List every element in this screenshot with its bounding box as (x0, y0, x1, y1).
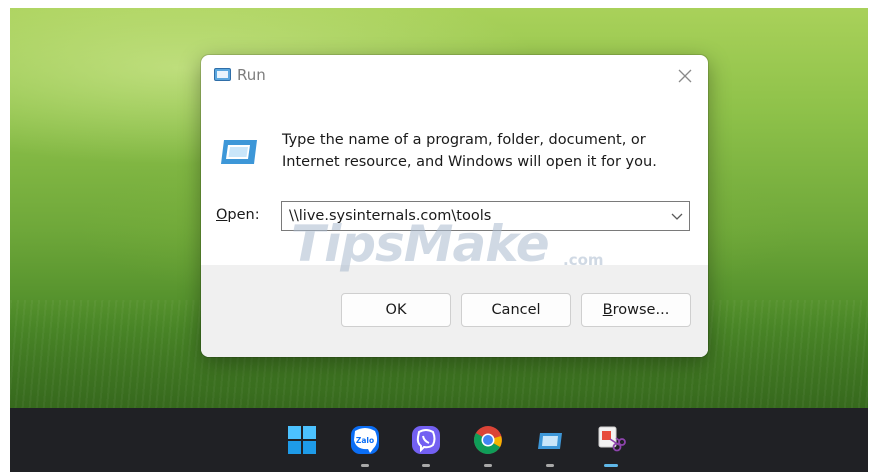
viber-icon (412, 426, 440, 454)
open-label: Open: (216, 207, 260, 223)
svg-text:Zalo: Zalo (356, 436, 374, 445)
run-icon (221, 140, 257, 164)
screen: Run Type the name of a program, folder, … (0, 0, 870, 472)
start-button[interactable] (287, 425, 317, 455)
dialog-title: Run (237, 66, 266, 84)
zalo-app[interactable]: Zalo (350, 425, 380, 455)
ok-button[interactable]: OK (341, 293, 451, 327)
watermark-suffix: .com (563, 251, 604, 269)
run-dialog: Run Type the name of a program, folder, … (201, 55, 708, 357)
snipping-tool-app[interactable] (596, 425, 626, 455)
dialog-message: Type the name of a program, folder, docu… (282, 132, 657, 170)
chrome-app[interactable] (473, 425, 503, 455)
cancel-button[interactable]: Cancel (461, 293, 571, 327)
browse-button[interactable]: Browse... (581, 293, 691, 327)
zalo-icon: Zalo (351, 426, 379, 454)
snipping-tool-active-indicator (604, 464, 618, 467)
zalo-running-indicator (361, 464, 369, 467)
chrome-icon (474, 426, 502, 455)
close-button[interactable] (671, 63, 699, 89)
browse-label-text: rowse... (612, 302, 670, 318)
chevron-down-icon[interactable] (670, 211, 684, 221)
viber-app[interactable] (411, 425, 441, 455)
browse-accesskey: B (602, 302, 613, 318)
run-icon (538, 433, 562, 449)
open-label-text: pen: (227, 207, 260, 223)
run-running-indicator (546, 464, 554, 467)
watermark: TipsMake (291, 215, 550, 273)
snipping-tool-icon (598, 426, 626, 452)
viber-running-indicator (422, 464, 430, 467)
close-icon (678, 69, 692, 83)
run-icon (214, 68, 231, 81)
chrome-running-indicator (484, 464, 492, 467)
open-label-accesskey: O (216, 207, 228, 223)
run-app[interactable] (535, 425, 565, 455)
windows-logo-icon (288, 426, 316, 454)
